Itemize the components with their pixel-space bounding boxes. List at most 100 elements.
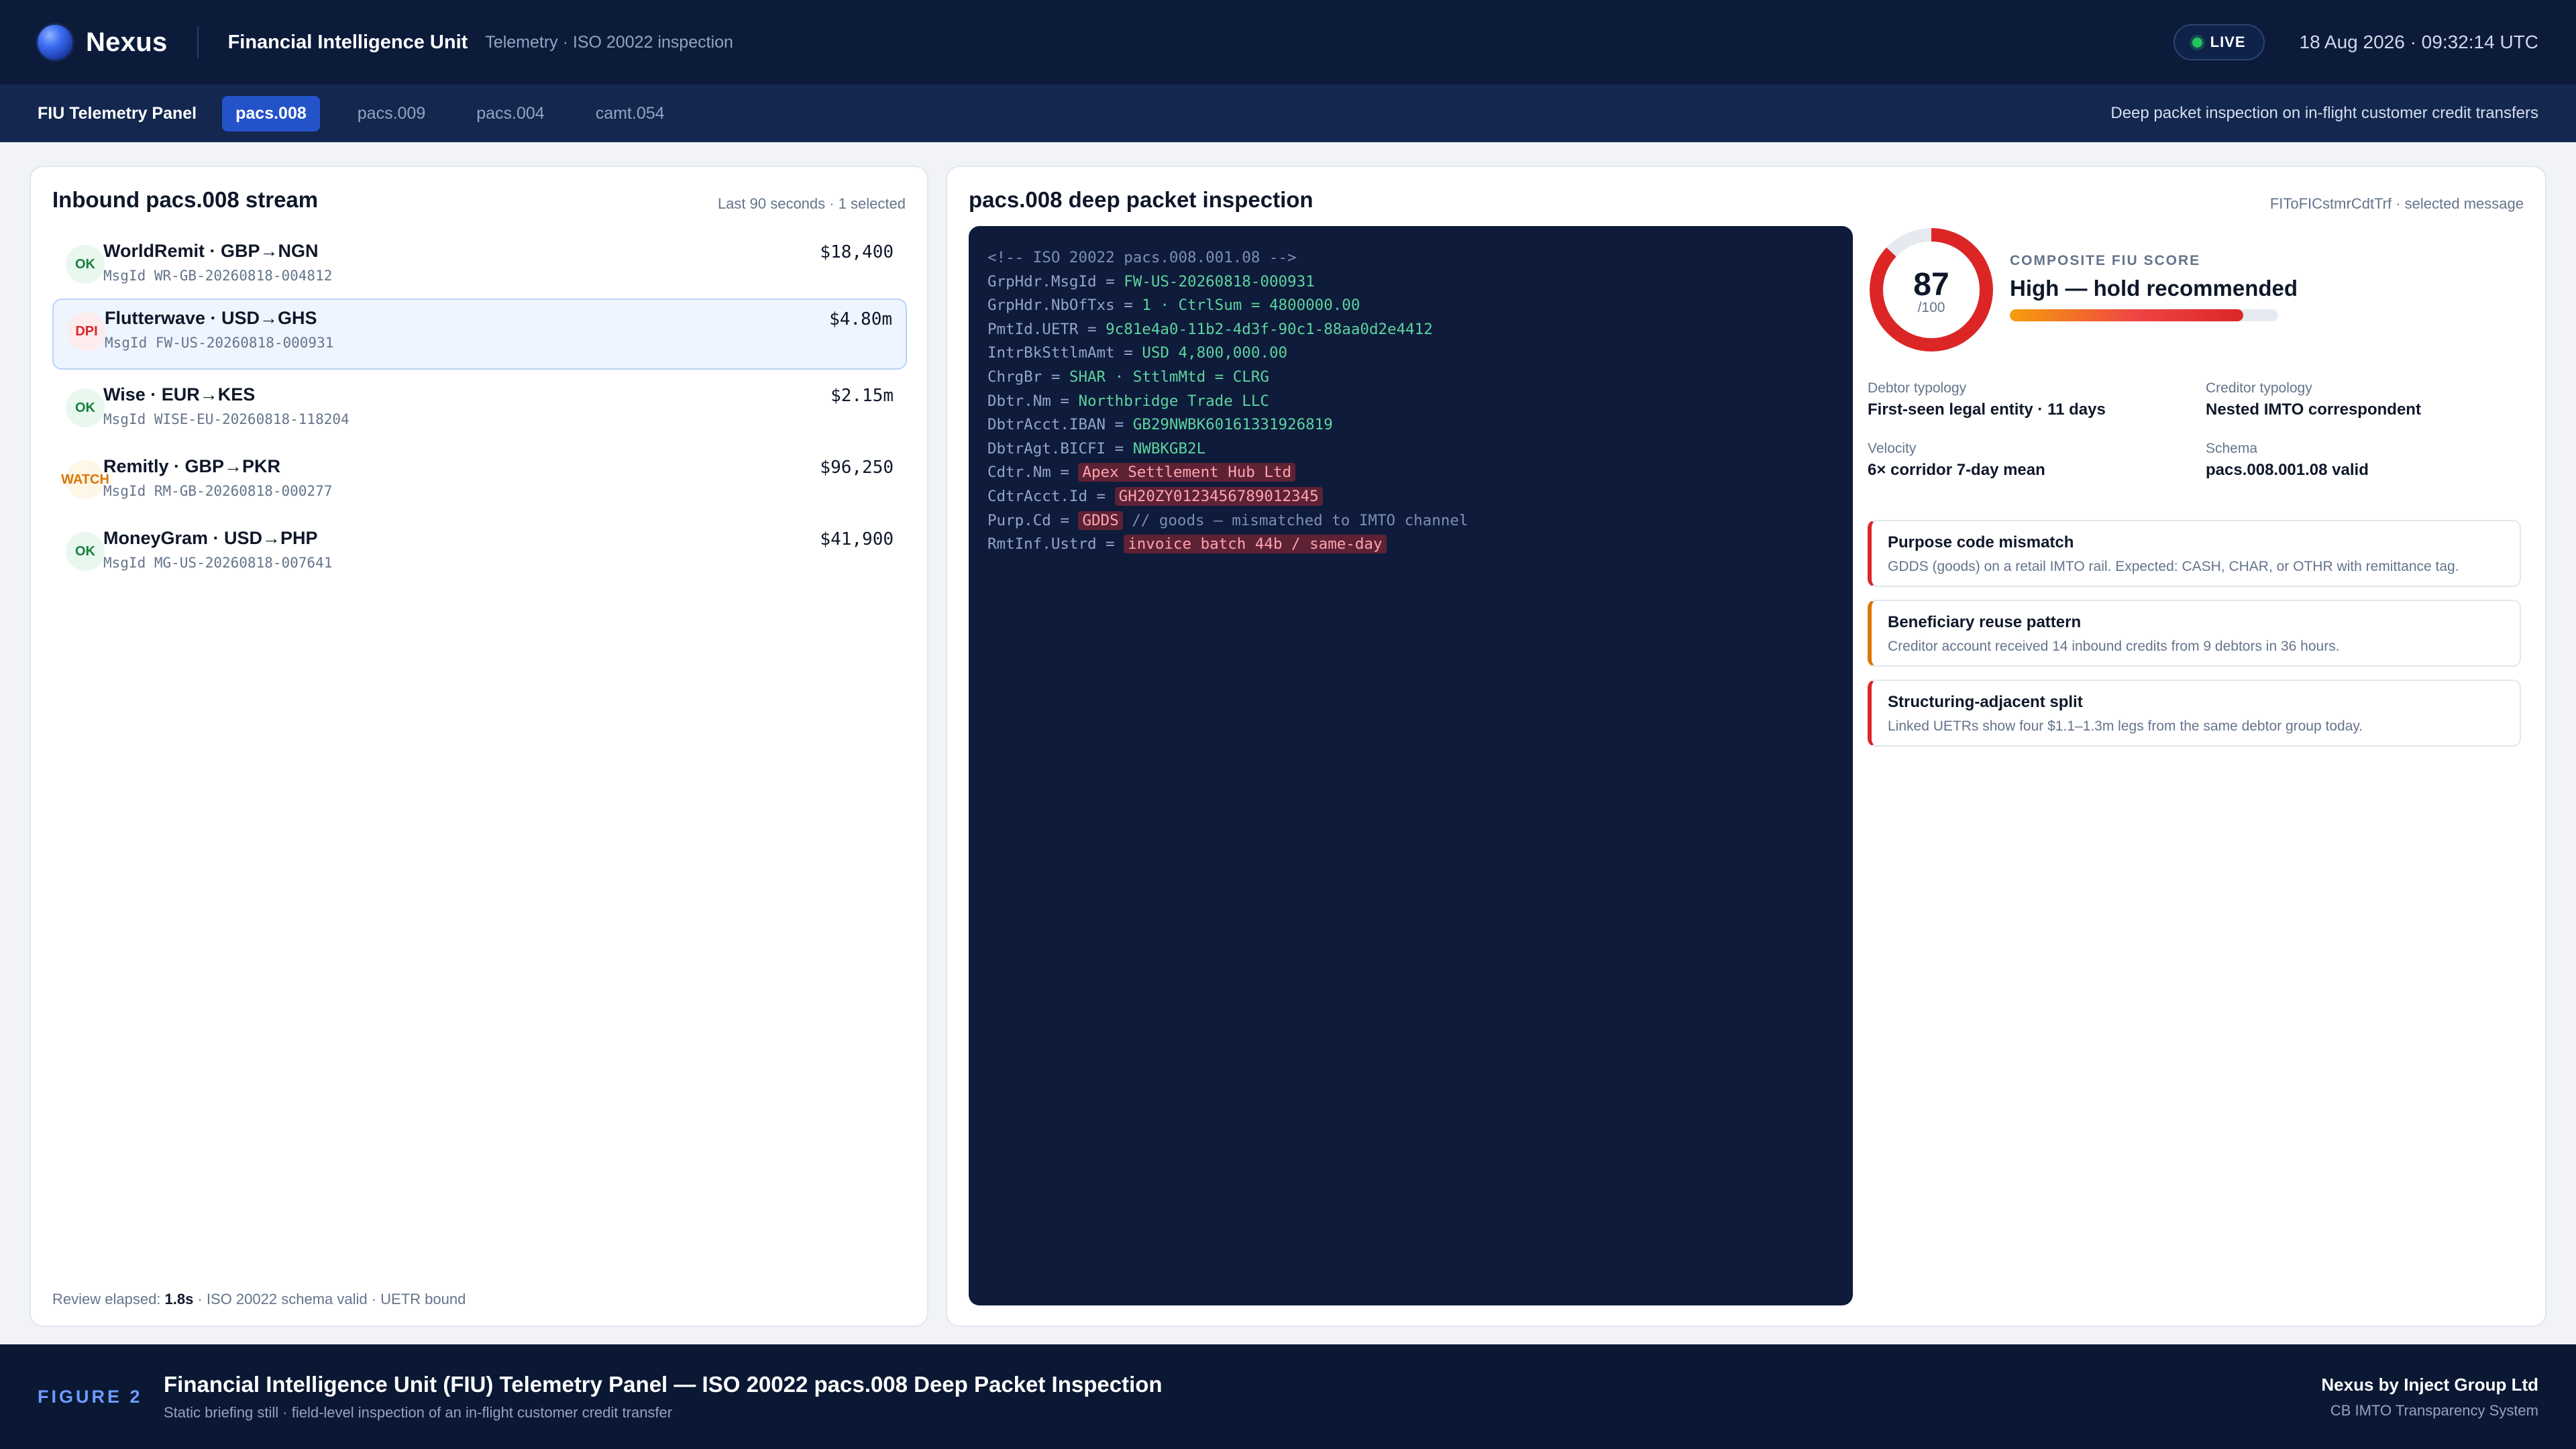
alert-body: GDDS (goods) on a retail IMTO rail. Expe… xyxy=(1888,559,2459,574)
transfer-name: Remitly · GBP→PKR xyxy=(103,456,281,476)
message-type-tabbar: FIU Telemetry Panel pacs.008 pacs.009 pa… xyxy=(0,85,2576,142)
review-elapsed: 1.8s xyxy=(164,1291,194,1307)
alert-purpose-code-mismatch[interactable]: Purpose code mismatch GDDS (goods) on a … xyxy=(1868,520,2521,587)
transfer-amount: $18,400 xyxy=(820,242,894,262)
alert-body: Linked UETRs show four $1.1–1.3m legs fr… xyxy=(1888,718,2363,734)
score-verdict: High — hold recommended xyxy=(2010,276,2298,301)
review-suffix: · ISO 20022 schema valid · UETR bound xyxy=(193,1291,466,1307)
score-bar-fill xyxy=(2010,309,2243,321)
tab-pacs-008[interactable]: pacs.008 xyxy=(222,95,320,131)
transfer-name: WorldRemit · GBP→NGN xyxy=(103,241,319,261)
stream-row-worldremit[interactable]: OK WorldRemit · GBP→NGN MsgId WR-GB-2026… xyxy=(52,233,907,304)
transfer-amount: $41,900 xyxy=(820,529,894,549)
code-line-nboftxs: GrpHdr.NbOfTxs = 1 · CtrlSum = 4800000.0… xyxy=(987,297,1360,315)
nexus-orb-icon xyxy=(38,25,72,60)
message-id: MsgId MG-US-20260818-007641 xyxy=(103,555,333,571)
stream-row-remitly[interactable]: WATCH Remitly · GBP→PKR MsgId RM-GB-2026… xyxy=(52,448,907,519)
inspection-title: pacs.008 deep packet inspection xyxy=(969,187,1313,212)
page-subtitle: Telemetry · ISO 20022 inspection xyxy=(485,32,733,52)
code-line-purpose-code: Purp.Cd = GDDS // goods — mismatched to … xyxy=(987,511,1468,530)
inbound-stream-card: Inbound pacs.008 stream Last 90 seconds … xyxy=(30,166,928,1327)
code-line-debtor-name: Dbtr.Nm = Northbridge Trade LLC xyxy=(987,392,1269,410)
review-status: Review elapsed: 1.8s · ISO 20022 schema … xyxy=(52,1291,466,1308)
fact-schema: Schema pacs.008.001.08 valid xyxy=(2206,441,2369,480)
alert-title: Beneficiary reuse pattern xyxy=(1888,613,2082,631)
status-badge: OK xyxy=(66,388,105,427)
footer-brand: Nexus by Inject Group Ltd xyxy=(2321,1374,2538,1395)
tab-pacs-009[interactable]: pacs.009 xyxy=(344,96,439,131)
status-badge: DPI xyxy=(67,312,106,351)
alert-title: Structuring-adjacent split xyxy=(1888,693,2083,711)
fact-label: Creditor typology xyxy=(2206,380,2312,396)
code-line-settlement-amount: IntrBkSttlmAmt = USD 4,800,000.00 xyxy=(987,344,1288,362)
status-badge: OK xyxy=(66,532,105,571)
code-line-msgid: GrpHdr.MsgId = FW-US-20260818-000931 xyxy=(987,272,1315,290)
transfer-amount: $4.80m xyxy=(829,309,892,329)
deep-packet-inspection-card: pacs.008 deep packet inspection FIToFICs… xyxy=(946,166,2546,1327)
app-header: Nexus Financial Intelligence Unit Teleme… xyxy=(0,0,2576,85)
code-line-debtor-agent: DbtrAgt.BICFI = NWBKGB2L xyxy=(987,439,1206,458)
stream-row-moneygram[interactable]: OK MoneyGram · USD→PHP MsgId MG-US-20260… xyxy=(52,520,907,591)
transfer-amount: $2.15m xyxy=(830,386,894,406)
message-id: MsgId FW-US-20260818-000931 xyxy=(105,335,334,351)
figure-footer: FIGURE 2 Financial Intelligence Unit (FI… xyxy=(0,1344,2576,1449)
live-dot-icon xyxy=(2192,37,2202,48)
panel-description: Deep packet inspection on in-flight cust… xyxy=(2110,104,2538,122)
live-status-badge[interactable]: LIVE xyxy=(2173,24,2265,60)
transfer-name: MoneyGram · USD→PHP xyxy=(103,528,318,548)
page-title: Financial Intelligence Unit xyxy=(227,31,468,53)
fact-value: 6× corridor 7-day mean xyxy=(1868,461,2045,479)
footer-branding: Nexus by Inject Group Ltd CB IMTO Transp… xyxy=(2321,1375,2538,1419)
status-badge: WATCH xyxy=(61,460,109,499)
brand-name: Nexus xyxy=(86,27,168,57)
fact-value: First-seen legal entity · 11 days xyxy=(1868,400,2106,419)
stream-row-wise[interactable]: OK Wise · EUR→KES MsgId WISE-EU-20260818… xyxy=(52,376,907,447)
header-divider xyxy=(197,26,199,58)
alert-structuring-split[interactable]: Structuring-adjacent split Linked UETRs … xyxy=(1868,680,2521,747)
alert-title: Purpose code mismatch xyxy=(1888,533,2074,551)
review-prefix: Review elapsed: xyxy=(52,1291,165,1307)
code-line-remittance-info: RmtInf.Ustrd = invoice batch 44b / same-… xyxy=(987,533,1834,557)
stream-title: Inbound pacs.008 stream xyxy=(52,187,319,212)
figure-title: Financial Intelligence Unit (FIU) Teleme… xyxy=(164,1372,1163,1397)
fact-velocity: Velocity 6× corridor 7-day mean xyxy=(1868,441,2045,480)
code-line-creditor-account: CdtrAcct.Id = GH20ZY0123456789012345 xyxy=(987,485,1834,509)
figure-label: FIGURE 2 xyxy=(38,1386,143,1407)
score-value: 87 xyxy=(1913,267,1949,303)
live-label: LIVE xyxy=(2210,34,2246,50)
message-id: MsgId RM-GB-20260818-000277 xyxy=(103,483,333,499)
header-timestamp: 18 Aug 2026 · 09:32:14 UTC xyxy=(2299,32,2538,52)
panel-name: FIU Telemetry Panel xyxy=(38,103,197,123)
status-badge: OK xyxy=(66,245,105,284)
transfer-amount: $96,250 xyxy=(820,458,894,478)
message-id: MsgId WR-GB-20260818-004812 xyxy=(103,268,333,284)
figure-caption: Financial Intelligence Unit (FIU) Teleme… xyxy=(164,1372,1163,1421)
transfer-name: Flutterwave · USD→GHS xyxy=(105,308,317,328)
code-line-creditor-name: Cdtr.Nm = Apex Settlement Hub Ltd xyxy=(987,461,1834,485)
figure-subtitle: Static briefing still · field-level insp… xyxy=(164,1404,673,1421)
tab-camt-054[interactable]: camt.054 xyxy=(582,96,678,131)
score-bar xyxy=(2010,309,2278,321)
tab-pacs-004[interactable]: pacs.004 xyxy=(463,96,557,131)
score-label: COMPOSITE FIU SCORE xyxy=(2010,253,2201,268)
stream-row-flutterwave[interactable]: DPI Flutterwave · USD→GHS MsgId FW-US-20… xyxy=(52,299,907,370)
alert-beneficiary-reuse[interactable]: Beneficiary reuse pattern Creditor accou… xyxy=(1868,600,2521,667)
code-line-uetr: PmtId.UETR = 9c81e4a0-11b2-4d3f-90c1-88a… xyxy=(987,320,1433,338)
fact-value: pacs.008.001.08 valid xyxy=(2206,461,2369,479)
footer-system: CB IMTO Transparency System xyxy=(2330,1401,2538,1419)
message-id: MsgId WISE-EU-20260818-118204 xyxy=(103,411,350,427)
score-denominator: /100 xyxy=(1917,300,1945,315)
stream-meta: Last 90 seconds · 1 selected xyxy=(717,195,906,212)
fact-creditor-typology: Creditor typology Nested IMTO correspond… xyxy=(2206,380,2421,419)
code-line-debtor-iban: DbtrAcct.IBAN = GB29NWBK60161331926819 xyxy=(987,416,1333,434)
inspection-meta: FIToFICstmrCdtTrf · selected message xyxy=(2269,195,2524,212)
fact-value: Nested IMTO correspondent xyxy=(2206,400,2421,419)
transfer-name: Wise · EUR→KES xyxy=(103,384,256,405)
fact-debtor-typology: Debtor typology First-seen legal entity … xyxy=(1868,380,2106,419)
code-line-charge-bearer: ChrgBr = SHAR · SttlmMtd = CLRG xyxy=(987,368,1269,386)
fact-label: Debtor typology xyxy=(1868,380,1967,396)
alert-body: Creditor account received 14 inbound cre… xyxy=(1888,639,2340,654)
code-comment: <!-- ISO 20022 pacs.008.001.08 --> xyxy=(987,249,1297,266)
fact-label: Schema xyxy=(2206,441,2258,456)
message-code-viewer[interactable]: <!-- ISO 20022 pacs.008.001.08 --> GrpHd… xyxy=(969,226,1853,1305)
